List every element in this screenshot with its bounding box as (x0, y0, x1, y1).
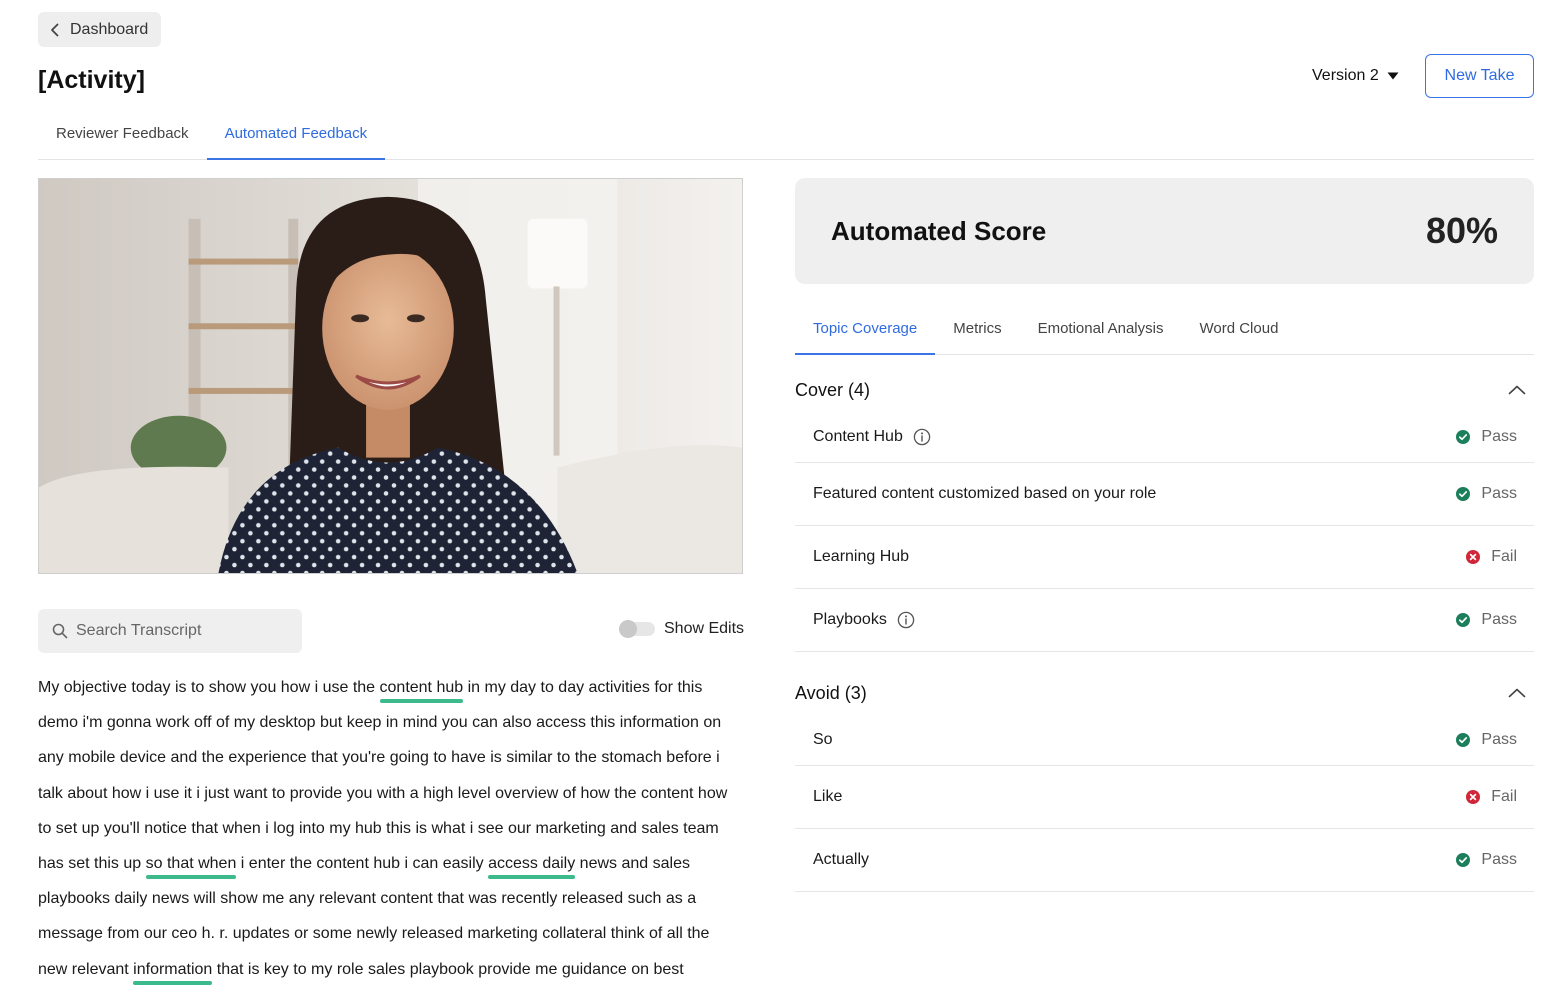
status-text: Pass (1481, 485, 1517, 502)
transcript-search[interactable] (38, 609, 302, 653)
feedback-sub-tabs: Topic Coverage Metrics Emotional Analysi… (795, 313, 1534, 355)
info-icon[interactable] (897, 611, 915, 629)
topic-label: Like (813, 788, 843, 805)
status-text: Pass (1481, 851, 1517, 868)
status-text: Fail (1491, 548, 1517, 565)
transcript-segment: in my day to day activities for this dem… (38, 679, 728, 873)
status-badge: Pass (1456, 851, 1517, 869)
x-circle-icon (1466, 790, 1481, 804)
status-badge: Fail (1466, 788, 1517, 806)
score-label: Automated Score (831, 215, 1047, 246)
back-to-dashboard-button[interactable]: Dashboard (38, 12, 162, 47)
search-transcript-input[interactable] (76, 622, 276, 640)
transcript-segment: news and sales playbooks daily news will… (38, 855, 710, 978)
search-icon (52, 623, 68, 639)
page-title: [Activity] (38, 66, 145, 94)
topic-label-wrap: Actually (813, 851, 869, 869)
topic-label: So (813, 731, 833, 748)
check-circle-icon (1456, 487, 1471, 501)
topic-label: Content Hub (813, 428, 903, 445)
check-circle-icon (1456, 430, 1471, 444)
chevron-left-icon (51, 23, 59, 36)
tab-automated-feedback[interactable]: Automated Feedback (206, 118, 386, 160)
topic-row: Learning Hub Fail (795, 526, 1534, 589)
section-title: Avoid (3) (795, 682, 867, 703)
topic-label-wrap: Like (813, 788, 842, 806)
transcript-highlight[interactable]: content hub (380, 679, 464, 696)
new-take-button[interactable]: New Take (1425, 54, 1534, 98)
tab-word-cloud[interactable]: Word Cloud (1181, 313, 1296, 355)
version-dropdown[interactable]: Version 2 (1312, 64, 1399, 88)
transcript-text: My objective today is to show you how i … (38, 670, 743, 987)
avoid-section: Avoid (3) So Pass Like Fail Actually Pass (795, 671, 1534, 892)
topic-row: Like Fail (795, 766, 1534, 829)
tab-topic-coverage[interactable]: Topic Coverage (795, 313, 936, 355)
topic-label: Learning Hub (813, 548, 910, 565)
check-circle-icon (1456, 733, 1471, 747)
topic-label-wrap: Content Hub (813, 428, 931, 446)
automated-score-card: Automated Score 80% (795, 178, 1534, 284)
tab-reviewer-feedback[interactable]: Reviewer Feedback (38, 118, 207, 160)
status-text: Pass (1481, 428, 1517, 445)
version-label: Version 2 (1312, 67, 1379, 84)
topic-label-wrap: Learning Hub (813, 548, 909, 566)
video-frame-image (39, 179, 742, 573)
check-circle-icon (1456, 853, 1471, 867)
caret-down-icon (1387, 72, 1399, 80)
section-title: Cover (4) (795, 379, 871, 400)
section-header[interactable]: Avoid (3) (795, 671, 1534, 715)
status-badge: Pass (1456, 731, 1517, 749)
topic-row: So Pass (795, 715, 1534, 766)
topic-row: Content Hub Pass (795, 412, 1534, 463)
x-circle-icon (1466, 550, 1481, 564)
show-edits-label: Show Edits (664, 620, 745, 637)
status-text: Pass (1481, 731, 1517, 748)
score-value: 80% (1425, 210, 1498, 251)
status-badge: Pass (1456, 485, 1517, 503)
section-header[interactable]: Cover (4) (795, 368, 1534, 412)
info-icon[interactable] (913, 428, 931, 446)
topic-label-wrap: So (813, 731, 833, 749)
main-tabs: Reviewer Feedback Automated Feedback (38, 118, 1534, 160)
transcript-segment: that is key to my role sales playbook pr… (212, 960, 684, 978)
status-badge: Pass (1456, 428, 1517, 446)
transcript-highlight[interactable]: information (133, 961, 212, 978)
chevron-up-icon (1508, 688, 1526, 698)
chevron-up-icon (1508, 385, 1526, 395)
topic-label: Actually (813, 851, 870, 868)
topic-row: Playbooks Pass (795, 589, 1534, 652)
transcript-highlight[interactable]: so that when (146, 855, 237, 872)
transcript-segment: i enter the content hub i can easily (236, 855, 489, 873)
show-edits-toggle[interactable] (619, 620, 655, 638)
topic-label-wrap: Featured content customized based on you… (813, 485, 1156, 503)
status-text: Fail (1491, 788, 1517, 805)
tab-metrics[interactable]: Metrics (935, 313, 1019, 355)
topic-label: Playbooks (813, 611, 887, 628)
topic-label-wrap: Playbooks (813, 611, 915, 629)
video-player[interactable] (38, 178, 743, 574)
tab-emotional-analysis[interactable]: Emotional Analysis (1020, 313, 1182, 355)
topic-row: Actually Pass (795, 829, 1534, 892)
transcript-segment: My objective today is to show you how i … (38, 679, 380, 696)
show-edits-control: Show Edits (619, 620, 744, 638)
transcript-highlight[interactable]: access daily (488, 855, 575, 872)
cover-section: Cover (4) Content Hub Pass Featured content… (795, 368, 1534, 652)
back-button-label: Dashboard (70, 20, 149, 38)
status-text: Pass (1481, 611, 1517, 628)
check-circle-icon (1456, 613, 1471, 627)
status-badge: Pass (1456, 611, 1517, 629)
topic-row: Featured content customized based on you… (795, 463, 1534, 526)
topic-label: Featured content customized based on you… (813, 485, 1157, 502)
status-badge: Fail (1466, 548, 1517, 566)
